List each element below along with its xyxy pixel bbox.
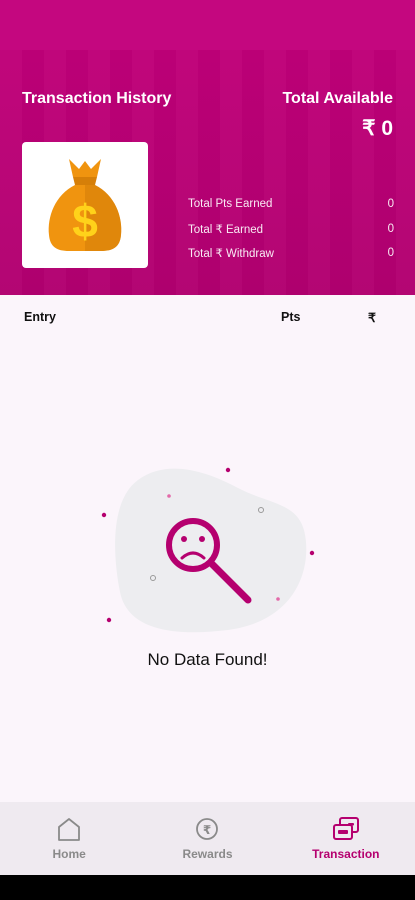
no-data-message: No Data Found! bbox=[147, 650, 268, 669]
nav-item-transaction[interactable]: Transaction bbox=[277, 802, 415, 875]
stat-label: Total ₹ Withdraw bbox=[188, 248, 274, 261]
stat-value: 0 bbox=[387, 247, 394, 260]
header-banner: Transaction History Total Available ₹ 0 … bbox=[0, 0, 415, 295]
column-header-rupee: ₹ bbox=[368, 311, 376, 325]
nav-item-rewards[interactable]: ₹ Rewards bbox=[138, 802, 276, 875]
stat-value: 0 bbox=[387, 222, 394, 235]
stat-row-pts-earned: Total Pts Earned 0 bbox=[188, 192, 394, 217]
nav-item-home[interactable]: Home bbox=[0, 802, 138, 875]
no-data-illustration bbox=[101, 467, 315, 633]
stat-row-rupee-withdraw: Total ₹ Withdraw 0 bbox=[188, 241, 394, 266]
money-bag-icon: $ bbox=[48, 159, 122, 251]
money-bag-card: $ bbox=[22, 142, 148, 268]
status-bar-area bbox=[0, 0, 415, 50]
transaction-icon bbox=[332, 817, 359, 840]
stat-label: Total Pts Earned bbox=[188, 198, 273, 211]
stat-value: 0 bbox=[387, 198, 394, 211]
page-title: Transaction History bbox=[22, 90, 172, 107]
bottom-navigation: Home ₹ Rewards Transaction bbox=[0, 802, 415, 875]
stats-list: Total Pts Earned 0 Total ₹ Earned 0 Tota… bbox=[188, 192, 394, 266]
stat-label: Total ₹ Earned bbox=[188, 223, 264, 236]
system-navigation-bar bbox=[0, 875, 415, 900]
stat-row-rupee-earned: Total ₹ Earned 0 bbox=[188, 217, 394, 242]
svg-text:$: $ bbox=[72, 195, 98, 247]
nav-label-rewards: Rewards bbox=[182, 847, 233, 861]
total-available-label: Total Available bbox=[282, 90, 393, 107]
nav-label-home: Home bbox=[52, 847, 86, 861]
svg-text:₹: ₹ bbox=[203, 823, 211, 837]
column-header-pts: Pts bbox=[281, 310, 301, 324]
total-available-value: ₹ 0 bbox=[362, 117, 393, 140]
rupee-coin-icon: ₹ bbox=[196, 818, 219, 840]
home-icon bbox=[58, 818, 81, 841]
column-header-entry: Entry bbox=[24, 310, 56, 324]
nav-label-transaction: Transaction bbox=[312, 847, 380, 861]
